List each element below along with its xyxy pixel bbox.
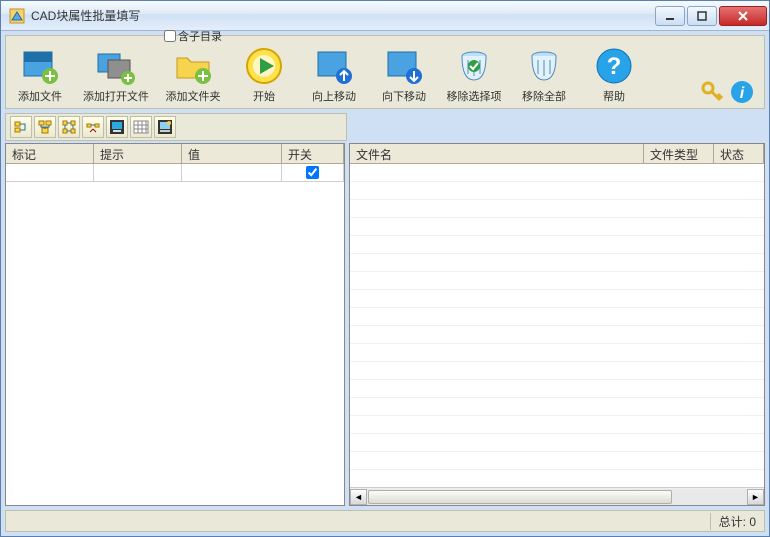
- scroll-track[interactable]: [367, 489, 747, 505]
- file-list-header: 文件名 文件类型 状态: [350, 144, 764, 164]
- include-subfolders-checkbox[interactable]: 含子目录: [164, 28, 222, 44]
- move-down-label: 向下移动: [382, 88, 426, 104]
- move-up-icon: [314, 46, 354, 86]
- remove-all-button[interactable]: 移除全部: [516, 46, 572, 104]
- include-subfolders-input[interactable]: [164, 30, 176, 42]
- status-total-value: 0: [749, 515, 756, 529]
- col-hint[interactable]: 提示: [94, 144, 182, 163]
- strip-btn-1[interactable]: [10, 116, 32, 138]
- toolbar-right: i: [700, 80, 754, 104]
- strip-btn-2[interactable]: [34, 116, 56, 138]
- scroll-thumb[interactable]: [368, 490, 672, 504]
- add-open-file-button[interactable]: 添加打开文件: [82, 46, 150, 104]
- file-list[interactable]: 文件名 文件类型 状态 ◄ ►: [349, 143, 765, 506]
- strip-btn-5[interactable]: [106, 116, 128, 138]
- cell-switch[interactable]: [282, 164, 344, 181]
- attribute-grid[interactable]: 标记 提示 值 开关: [5, 143, 345, 506]
- attribute-grid-header: 标记 提示 值 开关: [6, 144, 344, 164]
- right-pane: 文件名 文件类型 状态 ◄ ►: [349, 143, 765, 506]
- col-value[interactable]: 值: [182, 144, 282, 163]
- cell-mark[interactable]: [6, 164, 94, 181]
- add-file-button[interactable]: 添加文件: [12, 46, 68, 104]
- app-icon: [9, 8, 25, 24]
- horizontal-scrollbar[interactable]: ◄ ►: [350, 487, 764, 505]
- add-folder-button[interactable]: 添加文件夹: [165, 46, 221, 104]
- remove-selected-icon: [454, 46, 494, 86]
- remove-selected-button[interactable]: 移除选择项: [446, 46, 502, 104]
- help-button[interactable]: ? 帮助: [586, 46, 642, 104]
- help-icon: ?: [594, 46, 634, 86]
- add-open-file-icon: [96, 46, 136, 86]
- add-folder-label: 添加文件夹: [166, 88, 221, 104]
- move-down-button[interactable]: 向下移动: [376, 46, 432, 104]
- strip-btn-4[interactable]: [82, 116, 104, 138]
- col-mark[interactable]: 标记: [6, 144, 94, 163]
- window-buttons: [653, 6, 767, 26]
- app-window: CAD块属性批量填写 添加文件 添加打开文件 含子目录: [0, 0, 770, 537]
- info-icon[interactable]: i: [730, 80, 754, 104]
- key-icon[interactable]: [700, 80, 724, 104]
- strip-btn-7[interactable]: [154, 116, 176, 138]
- strip-btn-3[interactable]: [58, 116, 80, 138]
- file-list-body[interactable]: [350, 164, 764, 487]
- col-switch[interactable]: 开关: [282, 144, 344, 163]
- status-total-label: 总计:: [719, 515, 746, 529]
- titlebar: CAD块属性批量填写: [1, 1, 769, 31]
- col-status[interactable]: 状态: [714, 144, 764, 163]
- move-down-icon: [384, 46, 424, 86]
- cell-hint[interactable]: [94, 164, 182, 181]
- svg-text:i: i: [740, 85, 745, 102]
- status-total: 总计: 0: [710, 513, 756, 530]
- include-subfolders-label: 含子目录: [178, 28, 222, 44]
- add-file-icon: [20, 46, 60, 86]
- move-up-label: 向上移动: [312, 88, 356, 104]
- scroll-right-button[interactable]: ►: [747, 489, 764, 505]
- add-folder-icon: [173, 46, 213, 86]
- start-button[interactable]: 开始: [236, 46, 292, 104]
- col-filename[interactable]: 文件名: [350, 144, 644, 163]
- maximize-button[interactable]: [687, 6, 717, 26]
- main-area: 标记 提示 值 开关 文件名 文: [1, 143, 769, 510]
- add-file-label: 添加文件: [18, 88, 62, 104]
- status-bar: 总计: 0: [5, 510, 765, 532]
- remove-selected-label: 移除选择项: [447, 88, 502, 104]
- remove-all-icon: [524, 46, 564, 86]
- minimize-button[interactable]: [655, 6, 685, 26]
- cell-value[interactable]: [182, 164, 282, 181]
- window-title: CAD块属性批量填写: [31, 7, 653, 24]
- help-label: 帮助: [603, 88, 625, 104]
- strip-btn-6[interactable]: [130, 116, 152, 138]
- remove-all-label: 移除全部: [522, 88, 566, 104]
- add-folder-group: 含子目录 添加文件夹: [164, 28, 222, 104]
- row-switch-checkbox[interactable]: [306, 166, 319, 179]
- attribute-grid-body[interactable]: [6, 164, 344, 505]
- svg-text:?: ?: [607, 53, 622, 80]
- start-label: 开始: [253, 88, 275, 104]
- close-button[interactable]: [719, 6, 767, 26]
- main-toolbar: 添加文件 添加打开文件 含子目录 添加文件夹 开始: [5, 35, 765, 109]
- secondary-toolbar: [5, 113, 347, 141]
- add-open-file-label: 添加打开文件: [83, 88, 149, 104]
- left-pane: 标记 提示 值 开关: [5, 143, 345, 506]
- move-up-button[interactable]: 向上移动: [306, 46, 362, 104]
- start-icon: [244, 46, 284, 86]
- table-row[interactable]: [6, 164, 344, 182]
- scroll-left-button[interactable]: ◄: [350, 489, 367, 505]
- col-filetype[interactable]: 文件类型: [644, 144, 714, 163]
